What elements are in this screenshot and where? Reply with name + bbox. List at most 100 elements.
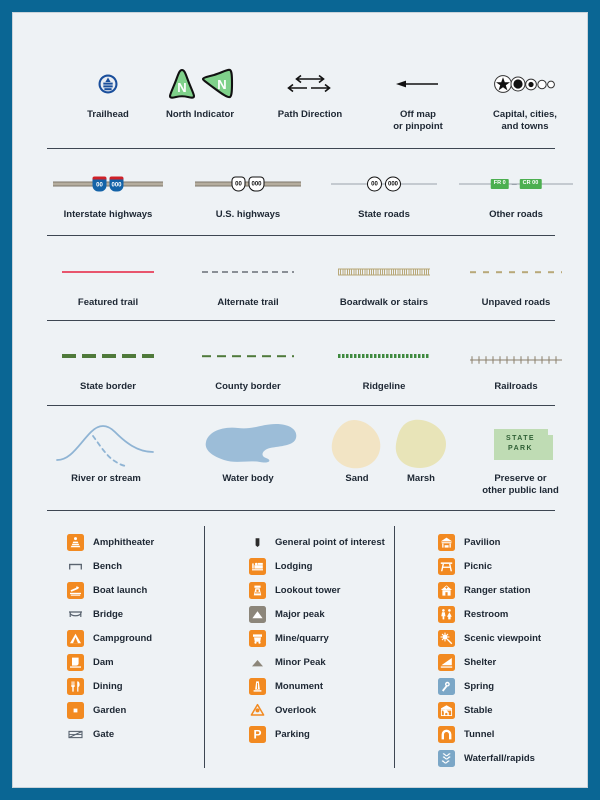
- list-item-bridge[interactable]: Bridge: [67, 603, 123, 625]
- section-divider-4: [47, 405, 555, 406]
- parking-p-icon: P: [249, 725, 266, 743]
- list-item-label: Stable: [464, 704, 493, 716]
- state-park-patch-icon: STATE PARK: [453, 415, 588, 473]
- list-item-lodging[interactable]: Lodging: [249, 555, 312, 577]
- county-border-dash-icon: [173, 335, 323, 377]
- overlook-icon: [249, 702, 266, 719]
- badge-connector: [511, 183, 517, 185]
- legend-cell-label: County border: [215, 381, 281, 392]
- list-item-major-peak[interactable]: Major peak: [249, 603, 325, 625]
- other-road-badge: FR 0: [490, 179, 509, 189]
- list-item-label: Tunnel: [464, 728, 495, 740]
- scenic-viewpoint-icon: [438, 629, 455, 647]
- list-item-restroom[interactable]: Restroom: [438, 603, 508, 625]
- list-item-ranger-station[interactable]: Ranger station: [438, 579, 531, 601]
- legend-cell-label: Railroads: [494, 381, 538, 392]
- state-park-patch: STATE PARK: [493, 428, 553, 460]
- legend-cell-ridgeline: Ridgeline: [309, 335, 459, 393]
- list-item-label: Spring: [464, 680, 495, 692]
- legend-cell-label: Marsh: [407, 473, 435, 484]
- list-item-amphitheater[interactable]: Amphitheater: [67, 531, 154, 553]
- picnic-table-icon: [438, 557, 455, 575]
- list-item-label: Parking: [275, 728, 310, 740]
- us-badge: 00: [231, 176, 246, 192]
- water-body-icon: [173, 415, 323, 473]
- tunnel-icon: [438, 725, 455, 743]
- legend-cell-river-or-stream: River or stream: [31, 415, 181, 485]
- list-item-general-point-of-interest[interactable]: General point of interest: [249, 531, 385, 553]
- ranger-station-icon: [438, 581, 455, 599]
- list-item-scenic-viewpoint[interactable]: Scenic viewpoint: [438, 627, 541, 649]
- list-item-boat-launch[interactable]: Boat launch: [67, 579, 147, 601]
- list-item-bench[interactable]: Bench: [67, 555, 122, 577]
- dining-fork-knife-icon: [67, 677, 84, 695]
- section-water-and-land: River or stream Water body Sand Marsh ST…: [13, 415, 589, 505]
- list-item-label: Lodging: [275, 560, 313, 572]
- legend-cell-county-border: County border: [173, 335, 323, 393]
- list-item-label: Monument: [275, 680, 324, 692]
- list-item-label: Ranger station: [464, 584, 531, 596]
- column-divider-1: [204, 526, 205, 768]
- list-item-label: Restroom: [464, 608, 509, 620]
- list-item-label: Minor Peak: [275, 656, 326, 668]
- list-item-tunnel[interactable]: Tunnel: [438, 723, 494, 745]
- list-item-label: Dining: [93, 680, 123, 692]
- boat-launch-icon: [67, 581, 84, 599]
- list-item-waterfall-rapids[interactable]: Waterfall/rapids: [438, 747, 535, 769]
- legend-cell-marsh: Marsh: [377, 415, 465, 485]
- list-item-parking[interactable]: P Parking: [249, 723, 310, 745]
- legend-cell-label: River or stream: [71, 473, 141, 484]
- list-item-label: Amphitheater: [93, 536, 155, 548]
- spring-icon: [438, 677, 455, 695]
- legend-cell-water-body: Water body: [173, 415, 323, 485]
- svg-text:P: P: [253, 728, 261, 741]
- list-item-campground[interactable]: Campground: [67, 627, 152, 649]
- section-divider-3: [47, 320, 555, 321]
- minor-peak-icon: [249, 654, 266, 671]
- list-item-mine-quarry[interactable]: Mine/quarry: [249, 627, 329, 649]
- list-item-garden[interactable]: Garden: [67, 699, 126, 721]
- dam-icon: [67, 653, 84, 671]
- other-road-badge: CR 00: [519, 179, 542, 189]
- list-item-label: General point of interest: [275, 536, 385, 548]
- stable-icon: [438, 701, 455, 719]
- list-item-shelter[interactable]: Shelter: [438, 651, 496, 673]
- restroom-icon: [438, 605, 455, 623]
- pavilion-icon: [438, 533, 455, 551]
- list-item-spring[interactable]: Spring: [438, 675, 494, 697]
- list-item-minor-peak[interactable]: Minor Peak: [249, 651, 326, 673]
- list-item-label: Bridge: [93, 608, 124, 620]
- list-item-label: Shelter: [464, 656, 497, 668]
- lodging-bed-icon: [249, 557, 266, 575]
- list-item-monument[interactable]: Monument: [249, 675, 323, 697]
- list-item-lookout-tower[interactable]: Lookout tower: [249, 579, 340, 601]
- state-park-line-1: STATE: [506, 435, 535, 442]
- shelter-icon: [438, 653, 455, 671]
- list-item-dam[interactable]: Dam: [67, 651, 114, 673]
- list-item-overlook[interactable]: Overlook: [249, 699, 316, 721]
- list-item-gate[interactable]: Gate: [67, 723, 114, 745]
- ridgeline-dotted-icon: [309, 335, 459, 377]
- list-item-stable[interactable]: Stable: [438, 699, 493, 721]
- list-item-pavilion[interactable]: Pavilion: [438, 531, 500, 553]
- list-item-dining[interactable]: Dining: [67, 675, 123, 697]
- legend-cell-label: Water body: [222, 473, 274, 484]
- list-item-label: Dam: [93, 656, 114, 668]
- map-legend-card: Trailhead N N North Indicator Path Direc…: [12, 12, 588, 788]
- gate-icon: [67, 726, 84, 743]
- river-stream-icon: [31, 415, 181, 473]
- facilities-grid: Amphitheater Bench Boat launch Bridge Ca…: [13, 13, 589, 767]
- amphitheater-icon: [67, 533, 84, 551]
- legend-cell-railroads: Railroads: [441, 335, 591, 393]
- list-item-label: Overlook: [275, 704, 317, 716]
- bridge-icon: [67, 606, 84, 623]
- waterfall-rapids-icon: [438, 749, 455, 767]
- bench-icon: [67, 558, 84, 575]
- legend-cell-label: State border: [80, 381, 136, 392]
- mine-quarry-icon: [249, 629, 266, 647]
- legend-cell-label: Preserve or other public land: [482, 473, 559, 496]
- list-item-picnic[interactable]: Picnic: [438, 555, 492, 577]
- list-item-label: Lookout tower: [275, 584, 341, 596]
- monument-icon: [249, 677, 266, 695]
- marsh-patch-icon: [377, 415, 465, 473]
